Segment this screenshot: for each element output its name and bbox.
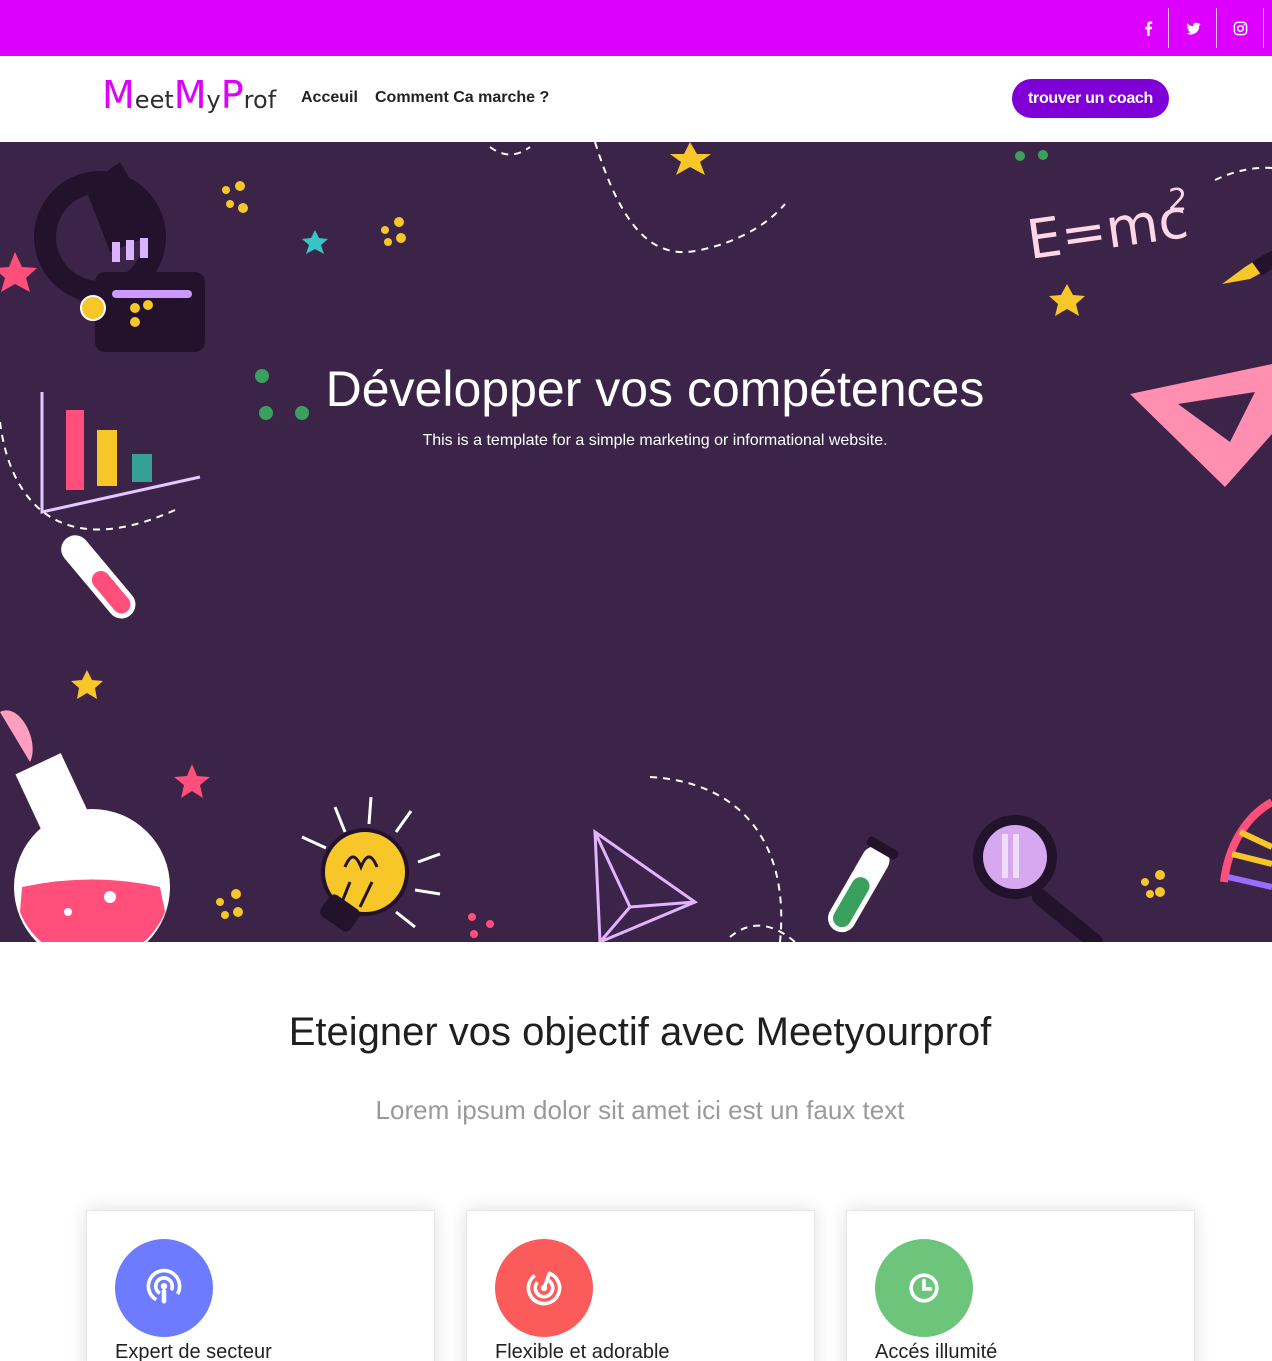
brand-letter: M <box>102 73 135 117</box>
hero-subtitle: This is a template for a simple marketin… <box>422 432 888 449</box>
social-divider <box>1263 8 1264 48</box>
brand-text: y <box>206 86 221 114</box>
section-title: Eteigner vos objectif avec Meetyourprof <box>0 1010 1272 1055</box>
find-coach-button[interactable]: trouver un coach <box>1012 79 1169 118</box>
hero-banner: E=mc 2 Développer vos compétences This i… <box>0 142 1272 942</box>
section-title-main: Eteigner vos objectif avec Meet <box>288 1010 845 1054</box>
feature-title: Flexible et adorable <box>495 1341 670 1361</box>
feature-title: Expert de secteur <box>115 1341 272 1361</box>
feature-card-expert: Expert de secteur <box>86 1210 435 1361</box>
social-divider <box>1168 8 1169 48</box>
twitter-icon <box>1185 22 1201 35</box>
feature-icon-badge <box>875 1239 973 1337</box>
hero-title: Développer vos compétences <box>325 361 985 417</box>
brand-letter: P <box>220 73 244 117</box>
formula-text: E=mc <box>1023 187 1192 272</box>
feature-icon-badge <box>115 1239 213 1337</box>
feature-card-flexible: Flexible et adorable <box>466 1210 815 1361</box>
podcast-icon <box>146 1268 182 1304</box>
section-subtitle: Lorem ipsum dolor sit amet ici est un fa… <box>375 1095 905 1125</box>
social-bar <box>0 0 1272 56</box>
facebook-icon <box>1144 20 1152 36</box>
navbar: MeetMyProf Acceuil Comment Ca marche ? t… <box>0 56 1272 142</box>
instagram-link[interactable] <box>1217 8 1263 48</box>
nav-link-acceuil[interactable]: Acceuil <box>301 89 358 107</box>
brand-text: rof <box>243 86 277 114</box>
clock-icon <box>909 1273 939 1303</box>
instagram-icon <box>1233 21 1247 35</box>
formula-exponent: 2 <box>1168 183 1187 218</box>
section-title-light: yourprof <box>844 1010 992 1054</box>
nav-link-comment-ca-marche[interactable]: Comment Ca marche ? <box>375 89 549 107</box>
facebook-link[interactable] <box>1125 8 1171 48</box>
science-doodles-illustration: E=mc 2 <box>0 142 1272 942</box>
feature-title: Accés illumité <box>875 1341 998 1361</box>
twitter-link[interactable] <box>1170 8 1216 48</box>
feature-icon-badge <box>495 1239 593 1337</box>
target-icon <box>526 1270 562 1306</box>
brand-logo[interactable]: MeetMyProf <box>102 76 276 114</box>
brand-text: eet <box>134 86 174 114</box>
brand-letter: M <box>173 73 207 117</box>
feature-card-access: Accés illumité <box>846 1210 1195 1361</box>
